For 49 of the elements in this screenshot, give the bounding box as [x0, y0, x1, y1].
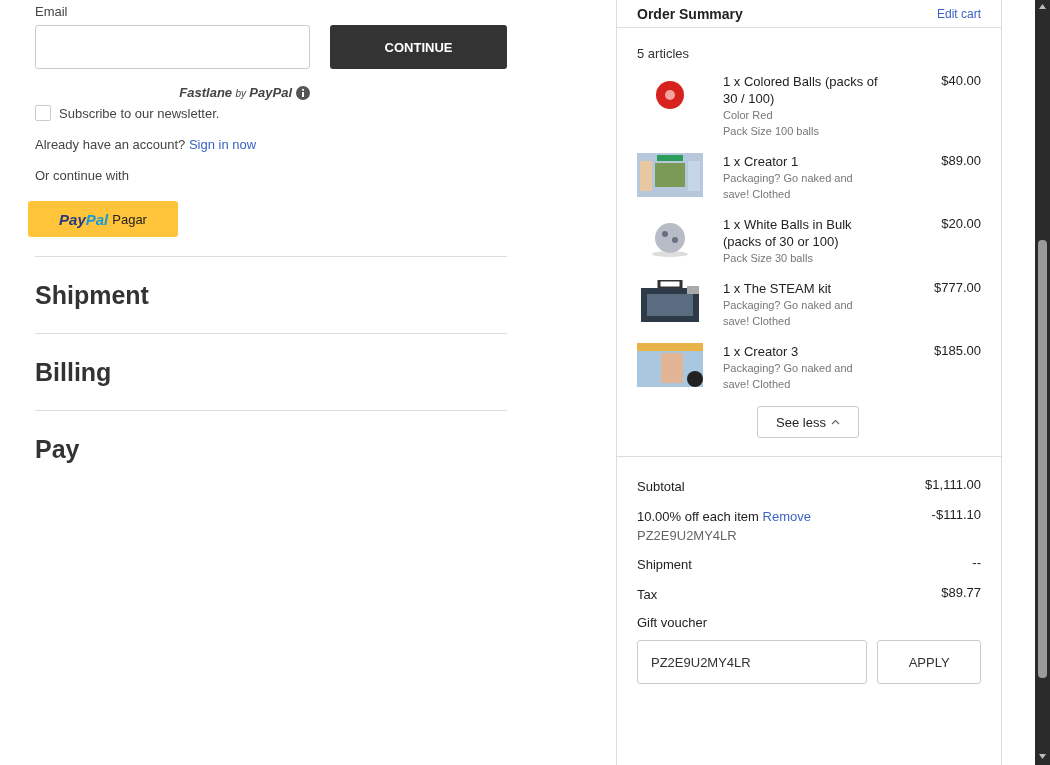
item-detail: Packaging? Go naked and save! Clothed [723, 171, 854, 202]
total-value: $1,111.00 [925, 477, 981, 492]
fastlane-logo: Fastlane by PayPal [179, 85, 292, 100]
newsletter-checkbox[interactable] [35, 105, 51, 121]
summary-title: Order Summary [637, 5, 743, 22]
discount-label: 10.00% off each item Remove [637, 509, 811, 524]
section-title[interactable]: Pay [35, 434, 80, 464]
total-label: Tax [637, 587, 658, 602]
total-value: -- [972, 555, 981, 570]
newsletter-label: Subscribe to our newsletter. [59, 105, 220, 121]
caret-icon [830, 419, 840, 425]
info-icon[interactable] [296, 85, 310, 100]
item-price: $777.00 [934, 280, 981, 297]
item-title: 1 x Creator 3 [723, 343, 800, 360]
discount-code: PZ2E9U2MY4LR [637, 528, 738, 543]
total-value: $89.77 [941, 585, 981, 600]
item-title: 1 x The STEAM kit [723, 280, 833, 297]
item-title: 1 x White Balls in Bulk (packs of 30 or 100) [723, 216, 853, 250]
article-count: 5 articles [637, 46, 691, 61]
item-detail: Packaging? Go naked and save! Clothed [723, 361, 854, 392]
apply-button[interactable]: APPLY [877, 640, 981, 684]
item-detail: Pack Size 30 balls [723, 251, 814, 266]
continue-button[interactable]: CONTINUE [330, 25, 507, 69]
email-field[interactable] [35, 25, 310, 69]
remove-link[interactable]: Remove [762, 509, 811, 524]
section-title[interactable]: Shipment [35, 280, 149, 310]
edit-cart-link[interactable]: Edit cart [937, 6, 981, 21]
item-title: 1 x Colored Balls (packs of 30 / 100) [723, 73, 879, 107]
sign-in-link[interactable]: Sign in now [188, 137, 257, 152]
paypal-button[interactable]: PayPal Pagar [28, 201, 178, 237]
item-detail: Packaging? Go naked and save! Clothed [723, 298, 854, 329]
email-label: Email [35, 4, 69, 19]
voucher-label: Gift voucher [637, 615, 709, 630]
item-price: $40.00 [941, 73, 981, 90]
item-price: $185.00 [934, 343, 981, 360]
see-less-button[interactable]: See less [757, 406, 859, 438]
item-price: $89.00 [941, 153, 981, 170]
total-label: Shipment [637, 557, 692, 572]
continue-with-label: Or continue with [35, 168, 130, 183]
item-title: 1 x Creator 1 [723, 153, 800, 170]
total-value: -$111.10 [931, 507, 981, 522]
account-prompt: Already have an account? Sign in now [35, 137, 258, 152]
item-detail: Pack Size 100 balls [723, 124, 820, 139]
scrollbar[interactable] [1035, 0, 1050, 765]
total-label: Subtotal [637, 479, 685, 494]
voucher-field[interactable]: PZ2E9U2MY4LR [637, 640, 868, 684]
item-detail: Color Red [723, 108, 774, 123]
item-price: $20.00 [941, 216, 981, 233]
section-title[interactable]: Billing [35, 357, 112, 387]
